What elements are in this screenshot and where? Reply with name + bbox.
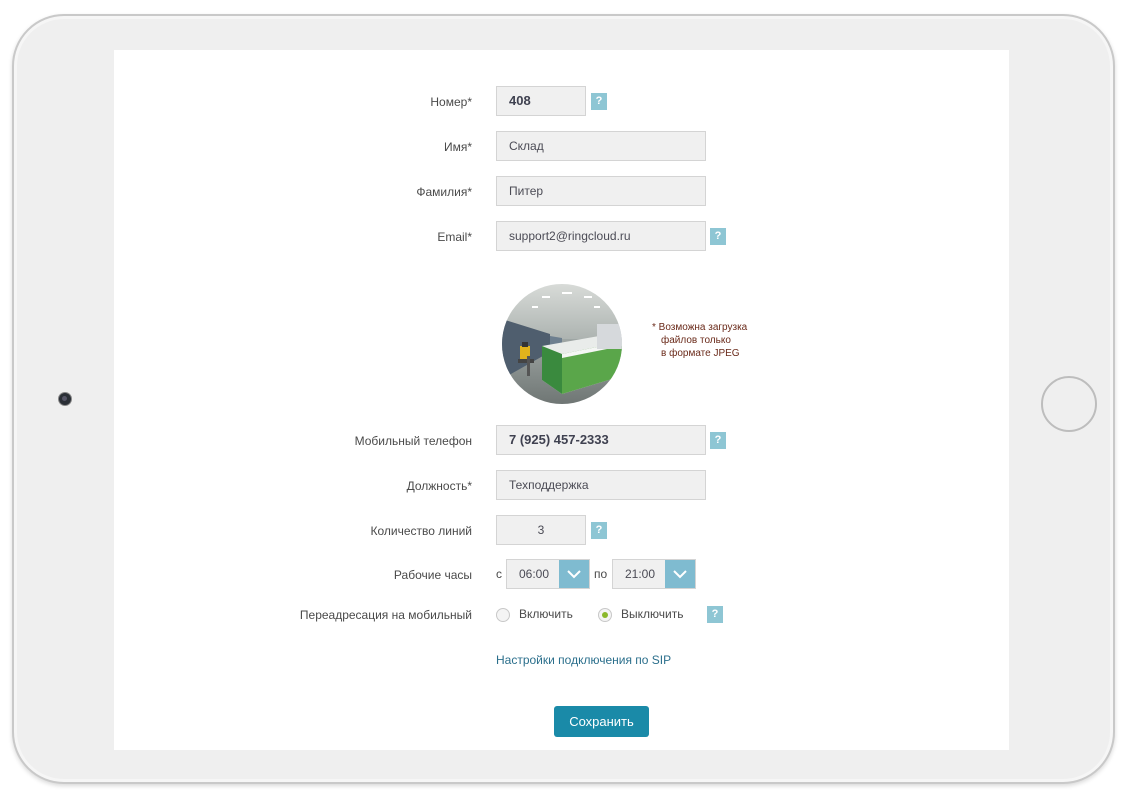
forwarding-off-radio[interactable] bbox=[598, 608, 612, 622]
mobile-field[interactable]: 7 (925) 457-2333 bbox=[496, 425, 706, 455]
save-button[interactable]: Сохранить bbox=[554, 706, 649, 737]
number-help-icon[interactable]: ? bbox=[591, 93, 607, 110]
hours-label: Рабочие часы bbox=[393, 568, 472, 582]
lines-help-icon[interactable]: ? bbox=[591, 522, 607, 539]
forwarding-off-label[interactable]: Выключить bbox=[621, 607, 683, 621]
hours-from-prefix: с bbox=[496, 567, 502, 581]
position-label: Должность* bbox=[406, 479, 472, 493]
email-label: Email* bbox=[437, 230, 472, 244]
forwarding-label: Переадресация на мобильный bbox=[299, 608, 472, 622]
photo-note-line-3: в формате JPEG bbox=[661, 348, 740, 359]
lines-field[interactable]: 3 bbox=[496, 515, 586, 545]
last-name-field[interactable]: Питер bbox=[496, 176, 706, 206]
photo-note: * Возможна загрузка файлов только в форм… bbox=[652, 321, 747, 360]
form-screen: Номер* 408 ? Имя* Склад Фамилия* Питер E… bbox=[114, 50, 1009, 750]
email-field[interactable]: support2@ringcloud.ru bbox=[496, 221, 706, 251]
camera-icon bbox=[58, 392, 72, 406]
number-field[interactable]: 408 bbox=[496, 86, 586, 116]
forwarding-help-icon[interactable]: ? bbox=[707, 606, 723, 623]
first-name-label: Имя* bbox=[443, 140, 472, 154]
photo-note-line-1: * Возможна загрузка bbox=[652, 322, 748, 333]
forwarding-on-radio[interactable] bbox=[496, 608, 510, 622]
mobile-label: Мобильный телефон bbox=[354, 434, 472, 448]
avatar[interactable] bbox=[502, 284, 622, 404]
home-button[interactable] bbox=[1041, 376, 1097, 432]
last-name-label: Фамилия* bbox=[416, 185, 472, 199]
chevron-down-icon[interactable] bbox=[665, 560, 695, 588]
number-label: Номер* bbox=[430, 95, 472, 109]
email-help-icon[interactable]: ? bbox=[710, 228, 726, 245]
position-field[interactable]: Техподдержка bbox=[496, 470, 706, 500]
warehouse-photo bbox=[502, 284, 622, 404]
hours-from-value: 06:00 bbox=[518, 567, 550, 581]
first-name-field[interactable]: Склад bbox=[496, 131, 706, 161]
forwarding-on-label[interactable]: Включить bbox=[519, 607, 573, 621]
hours-to-select[interactable]: 21:00 bbox=[612, 559, 696, 589]
hours-to-value: 21:00 bbox=[624, 567, 656, 581]
mobile-help-icon[interactable]: ? bbox=[710, 432, 726, 449]
hours-to-prefix: по bbox=[594, 567, 608, 581]
lines-label: Количество линий bbox=[370, 524, 472, 538]
hours-from-select[interactable]: 06:00 bbox=[506, 559, 590, 589]
photo-note-line-2: файлов только bbox=[661, 335, 731, 346]
chevron-down-icon[interactable] bbox=[559, 560, 589, 588]
sip-settings-link[interactable]: Настройки подключения по SIP bbox=[496, 653, 671, 667]
